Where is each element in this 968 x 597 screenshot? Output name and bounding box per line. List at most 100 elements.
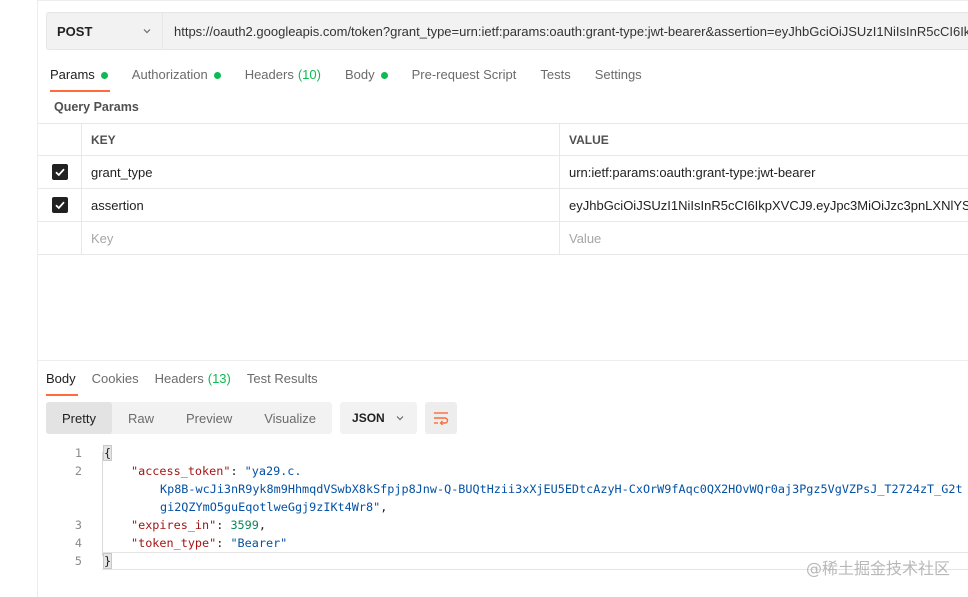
code-line: 1 {: [38, 444, 968, 462]
request-workspace: POST https://oauth2.googleapis.com/token…: [38, 0, 968, 597]
view-pretty-button[interactable]: Pretty: [46, 402, 112, 434]
tab-label: Headers: [244, 67, 294, 82]
tab-label: Settings: [594, 67, 642, 82]
tab-body[interactable]: Body: [345, 66, 388, 92]
status-dot: [100, 72, 108, 79]
line-number: 2: [74, 464, 82, 478]
format-select[interactable]: JSON: [340, 402, 417, 434]
code-line-wrapped: Kp8B-wcJi3nR9yk8m9HhmqdVSwbX8kSfpjp8Jnw-…: [38, 480, 968, 498]
code-text: "access_token": "ya29.c.: [131, 464, 302, 478]
tab-label: Body: [46, 371, 76, 386]
view-preview-button[interactable]: Preview: [170, 402, 248, 434]
table-header-row: KEY VALUE: [38, 123, 968, 156]
method-label: POST: [57, 23, 93, 39]
top-border: [38, 0, 968, 6]
status-dot: [213, 72, 221, 79]
response-divider[interactable]: [38, 360, 968, 361]
url-text: https://oauth2.googleapis.com/token?gran…: [174, 23, 968, 39]
json-key: "token_type": [131, 536, 217, 550]
response-tabs: Body Cookies Headers (13) Test Results: [46, 370, 334, 396]
tab-tests[interactable]: Tests: [540, 66, 570, 92]
tab-label: Params: [50, 67, 95, 82]
response-tab-body[interactable]: Body: [46, 370, 78, 396]
wrap-lines-icon: [433, 412, 448, 425]
code-text: gi2QZYmO5guEqotlweGgj9zIKt4Wr8",: [160, 500, 388, 514]
headers-count: (13): [207, 371, 231, 386]
format-label: JSON: [352, 411, 385, 425]
json-string: "Bearer": [230, 536, 288, 550]
query-params-title: Query Params: [54, 100, 139, 114]
request-tabs: Params Authorization Headers (10) Body Pr…: [50, 66, 666, 92]
new-key-input[interactable]: Key: [82, 222, 560, 254]
view-raw-button[interactable]: Raw: [112, 402, 170, 434]
tab-label: Test Results: [246, 371, 318, 386]
checkmark-icon: [54, 168, 65, 177]
tab-label: Tests: [540, 67, 571, 82]
param-checkbox[interactable]: [51, 164, 68, 180]
open-brace: {: [102, 445, 113, 461]
checkmark-icon: [54, 201, 65, 210]
close-brace: }: [102, 553, 113, 569]
param-value-cell[interactable]: eyJhbGciOiJSUzI1NiIsInR5cCI6IkpXVCJ9.eyJ…: [560, 189, 968, 221]
view-visualize-button[interactable]: Visualize: [248, 402, 332, 434]
headers-count: (10): [297, 67, 321, 82]
method-select[interactable]: POST: [46, 12, 162, 50]
json-string: gi2QZYmO5guEqotlweGgj9zIKt4Wr8": [160, 500, 381, 514]
response-tab-test-results[interactable]: Test Results: [247, 370, 318, 396]
code-text: "token_type": "Bearer": [131, 536, 288, 550]
json-key: "access_token": [131, 464, 231, 478]
json-string: Kp8B-wcJi3nR9yk8m9HhmqdVSwbX8kSfpjp8Jnw-…: [160, 482, 963, 496]
new-value-input[interactable]: Value: [560, 222, 968, 254]
response-tab-headers[interactable]: Headers (13): [155, 370, 231, 396]
view-mode-group: Pretty Raw Preview Visualize: [46, 402, 333, 434]
url-input[interactable]: https://oauth2.googleapis.com/token?gran…: [162, 12, 968, 50]
tab-label: Headers: [154, 371, 204, 386]
tab-authorization[interactable]: Authorization: [132, 66, 221, 92]
tab-label: Cookies: [91, 371, 139, 386]
table-row: assertion eyJhbGciOiJSUzI1NiIsInR5cCI6Ik…: [38, 189, 968, 222]
watermark: @稀土掘金技术社区: [805, 559, 950, 578]
params-table: KEY VALUE grant_type urn:ietf:params:oau…: [38, 123, 968, 255]
code-line: 4 "token_type": "Bearer": [38, 534, 968, 552]
response-toolbar: Pretty Raw Preview Visualize JSON: [46, 402, 457, 434]
line-number: 1: [74, 446, 82, 460]
param-key-cell[interactable]: grant_type: [82, 156, 560, 188]
wrap-lines-button[interactable]: [424, 402, 457, 434]
param-checkbox[interactable]: [51, 197, 68, 213]
response-body-editor[interactable]: 1 { 2 "access_token": "ya29.c. Kp8B-wcJi…: [38, 444, 968, 570]
code-line: 3 "expires_in": 3599,: [38, 516, 968, 534]
column-header-key: KEY: [82, 124, 560, 155]
tab-label: Pre-request Script: [411, 67, 517, 82]
header-check-cell: [38, 124, 82, 155]
left-sidebar-strip: [0, 0, 38, 597]
response-tab-cookies[interactable]: Cookies: [92, 370, 139, 396]
json-number: 3599: [230, 518, 259, 532]
tab-pre-request-script[interactable]: Pre-request Script: [412, 66, 517, 92]
code-text: }: [102, 552, 113, 570]
chevron-down-icon: [143, 29, 151, 34]
tab-settings[interactable]: Settings: [595, 66, 642, 92]
table-row: grant_type urn:ietf:params:oauth:grant-t…: [38, 156, 968, 189]
param-value-cell[interactable]: urn:ietf:params:oauth:grant-type:jwt-bea…: [560, 156, 968, 188]
json-key: "expires_in": [131, 518, 217, 532]
line-number: 3: [74, 518, 82, 532]
line-number: 5: [74, 554, 82, 568]
tab-label: Body: [344, 67, 375, 82]
code-line-wrapped: gi2QZYmO5guEqotlweGgj9zIKt4Wr8",: [38, 498, 968, 516]
json-string: "ya29.c.: [244, 464, 302, 478]
chevron-down-icon: [396, 416, 404, 421]
tab-label: Authorization: [131, 67, 208, 82]
check-cell: [38, 222, 82, 254]
param-key-cell[interactable]: assertion: [82, 189, 560, 221]
check-cell: [38, 156, 82, 188]
code-text: "expires_in": 3599,: [131, 518, 266, 532]
tab-headers[interactable]: Headers (10): [245, 66, 321, 92]
url-bar: POST https://oauth2.googleapis.com/token…: [46, 12, 968, 50]
column-header-value: VALUE: [569, 132, 609, 147]
code-line: 2 "access_token": "ya29.c.: [38, 462, 968, 480]
tab-params[interactable]: Params: [50, 66, 110, 92]
status-dot: [380, 72, 388, 79]
table-row-new: Key Value: [38, 222, 968, 255]
code-text: {: [102, 444, 113, 462]
code-text: Kp8B-wcJi3nR9yk8m9HhmqdVSwbX8kSfpjp8Jnw-…: [160, 480, 963, 498]
